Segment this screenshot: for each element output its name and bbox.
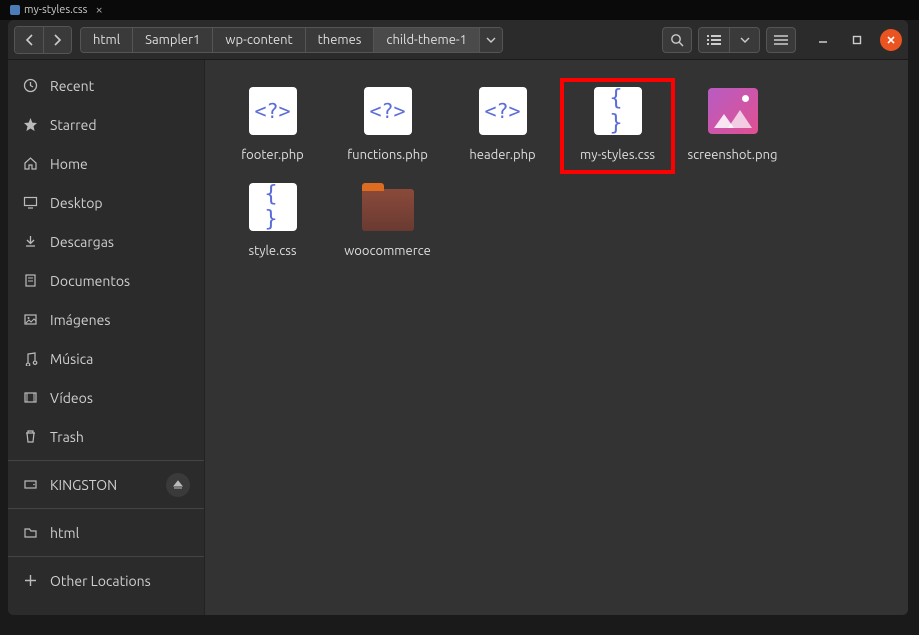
breadcrumb: html Sampler1 wp-content themes child-th… (80, 27, 503, 53)
editor-tab-bar: my-styles.css × (0, 0, 919, 20)
folder-icon (22, 525, 38, 540)
sidebar-item-starred[interactable]: Starred (8, 105, 204, 144)
maximize-button[interactable] (846, 29, 868, 51)
music-icon (22, 351, 38, 366)
sidebar-separator (8, 460, 204, 461)
view-options-dropdown[interactable] (729, 28, 759, 52)
drive-icon (22, 477, 38, 492)
file-manager-window: html Sampler1 wp-content themes child-th… (8, 20, 908, 615)
file-item[interactable]: <?> footer.php (215, 78, 330, 174)
folder-icon (362, 189, 414, 231)
videos-icon (22, 390, 38, 405)
home-icon (22, 156, 38, 171)
documents-icon (22, 273, 38, 288)
nav-buttons (14, 26, 72, 54)
minimize-button[interactable] (812, 29, 834, 51)
sidebar-item-bookmark[interactable]: html (8, 513, 204, 552)
sidebar-item-label: Imágenes (50, 312, 110, 328)
sidebar-separator (8, 556, 204, 557)
breadcrumb-item[interactable]: wp-content (213, 28, 305, 52)
editor-tab[interactable]: my-styles.css × (4, 0, 109, 20)
css-file-icon (10, 5, 20, 15)
sidebar: Recent Starred Home Desktop Descargas (8, 60, 205, 615)
sidebar-item-label: html (50, 525, 79, 541)
sidebar-item-drive[interactable]: KINGSTON (8, 465, 204, 504)
close-icon[interactable]: × (95, 3, 102, 17)
file-label: screenshot.png (683, 146, 781, 166)
sidebar-item-recent[interactable]: Recent (8, 66, 204, 105)
file-item[interactable]: woocommerce (330, 174, 445, 268)
search-button[interactable] (662, 27, 692, 53)
eject-button[interactable] (166, 473, 190, 497)
breadcrumb-item[interactable]: themes (306, 28, 375, 52)
sidebar-item-label: Música (50, 351, 93, 367)
list-view-button[interactable] (699, 28, 729, 52)
sidebar-item-label: Starred (50, 117, 97, 133)
back-button[interactable] (15, 27, 43, 53)
sidebar-item-trash[interactable]: Trash (8, 417, 204, 456)
sidebar-separator (8, 508, 204, 509)
window-controls (812, 29, 902, 51)
php-file-icon: <?> (479, 87, 527, 135)
file-label: woocommerce (340, 242, 435, 262)
close-window-button[interactable] (880, 29, 902, 51)
trash-icon (22, 429, 38, 444)
sidebar-item-other-locations[interactable]: Other Locations (8, 561, 204, 600)
pictures-icon (22, 312, 38, 327)
file-item-highlighted[interactable]: { } my-styles.css (560, 78, 675, 174)
clock-icon (22, 78, 38, 93)
hamburger-menu-button[interactable] (766, 27, 796, 53)
file-label: footer.php (237, 146, 308, 166)
file-item[interactable]: <?> header.php (445, 78, 560, 174)
breadcrumb-item[interactable]: Sampler1 (133, 28, 213, 52)
sidebar-item-label: Home (50, 156, 88, 172)
sidebar-item-label: Recent (50, 78, 94, 94)
sidebar-item-label: Trash (50, 429, 84, 445)
view-mode-group (698, 27, 760, 53)
css-file-icon: { } (594, 87, 642, 135)
file-item[interactable]: <?> functions.php (330, 78, 445, 174)
file-label: style.css (244, 242, 300, 262)
file-label: functions.php (343, 146, 432, 166)
file-grid[interactable]: <?> footer.php <?> functions.php <?> hea… (205, 60, 908, 615)
toolbar: html Sampler1 wp-content themes child-th… (8, 20, 908, 60)
sidebar-item-label: Desktop (50, 195, 103, 211)
sidebar-item-label: Vídeos (50, 390, 93, 406)
sidebar-item-desktop[interactable]: Desktop (8, 183, 204, 222)
sidebar-item-downloads[interactable]: Descargas (8, 222, 204, 261)
file-item[interactable]: screenshot.png (675, 78, 790, 174)
sidebar-item-label: KINGSTON (50, 477, 117, 493)
sidebar-item-videos[interactable]: Vídeos (8, 378, 204, 417)
tab-title: my-styles.css (24, 4, 87, 16)
sidebar-item-label: Descargas (50, 234, 114, 250)
file-label: my-styles.css (576, 146, 659, 166)
sidebar-item-music[interactable]: Música (8, 339, 204, 378)
breadcrumb-dropdown[interactable] (480, 28, 502, 52)
download-icon (22, 234, 38, 249)
sidebar-item-documents[interactable]: Documentos (8, 261, 204, 300)
sidebar-item-home[interactable]: Home (8, 144, 204, 183)
sidebar-item-label: Other Locations (50, 573, 151, 589)
css-file-icon: { } (249, 183, 297, 231)
sidebar-item-pictures[interactable]: Imágenes (8, 300, 204, 339)
breadcrumb-item[interactable]: html (81, 28, 133, 52)
breadcrumb-item-current[interactable]: child-theme-1 (374, 28, 480, 52)
desktop-icon (22, 195, 38, 210)
php-file-icon: <?> (249, 87, 297, 135)
star-icon (22, 117, 38, 132)
php-file-icon: <?> (364, 87, 412, 135)
plus-icon (22, 574, 38, 587)
file-label: header.php (465, 146, 539, 166)
sidebar-item-label: Documentos (50, 273, 130, 289)
file-item[interactable]: { } style.css (215, 174, 330, 268)
image-file-icon (708, 88, 758, 134)
forward-button[interactable] (43, 27, 71, 53)
